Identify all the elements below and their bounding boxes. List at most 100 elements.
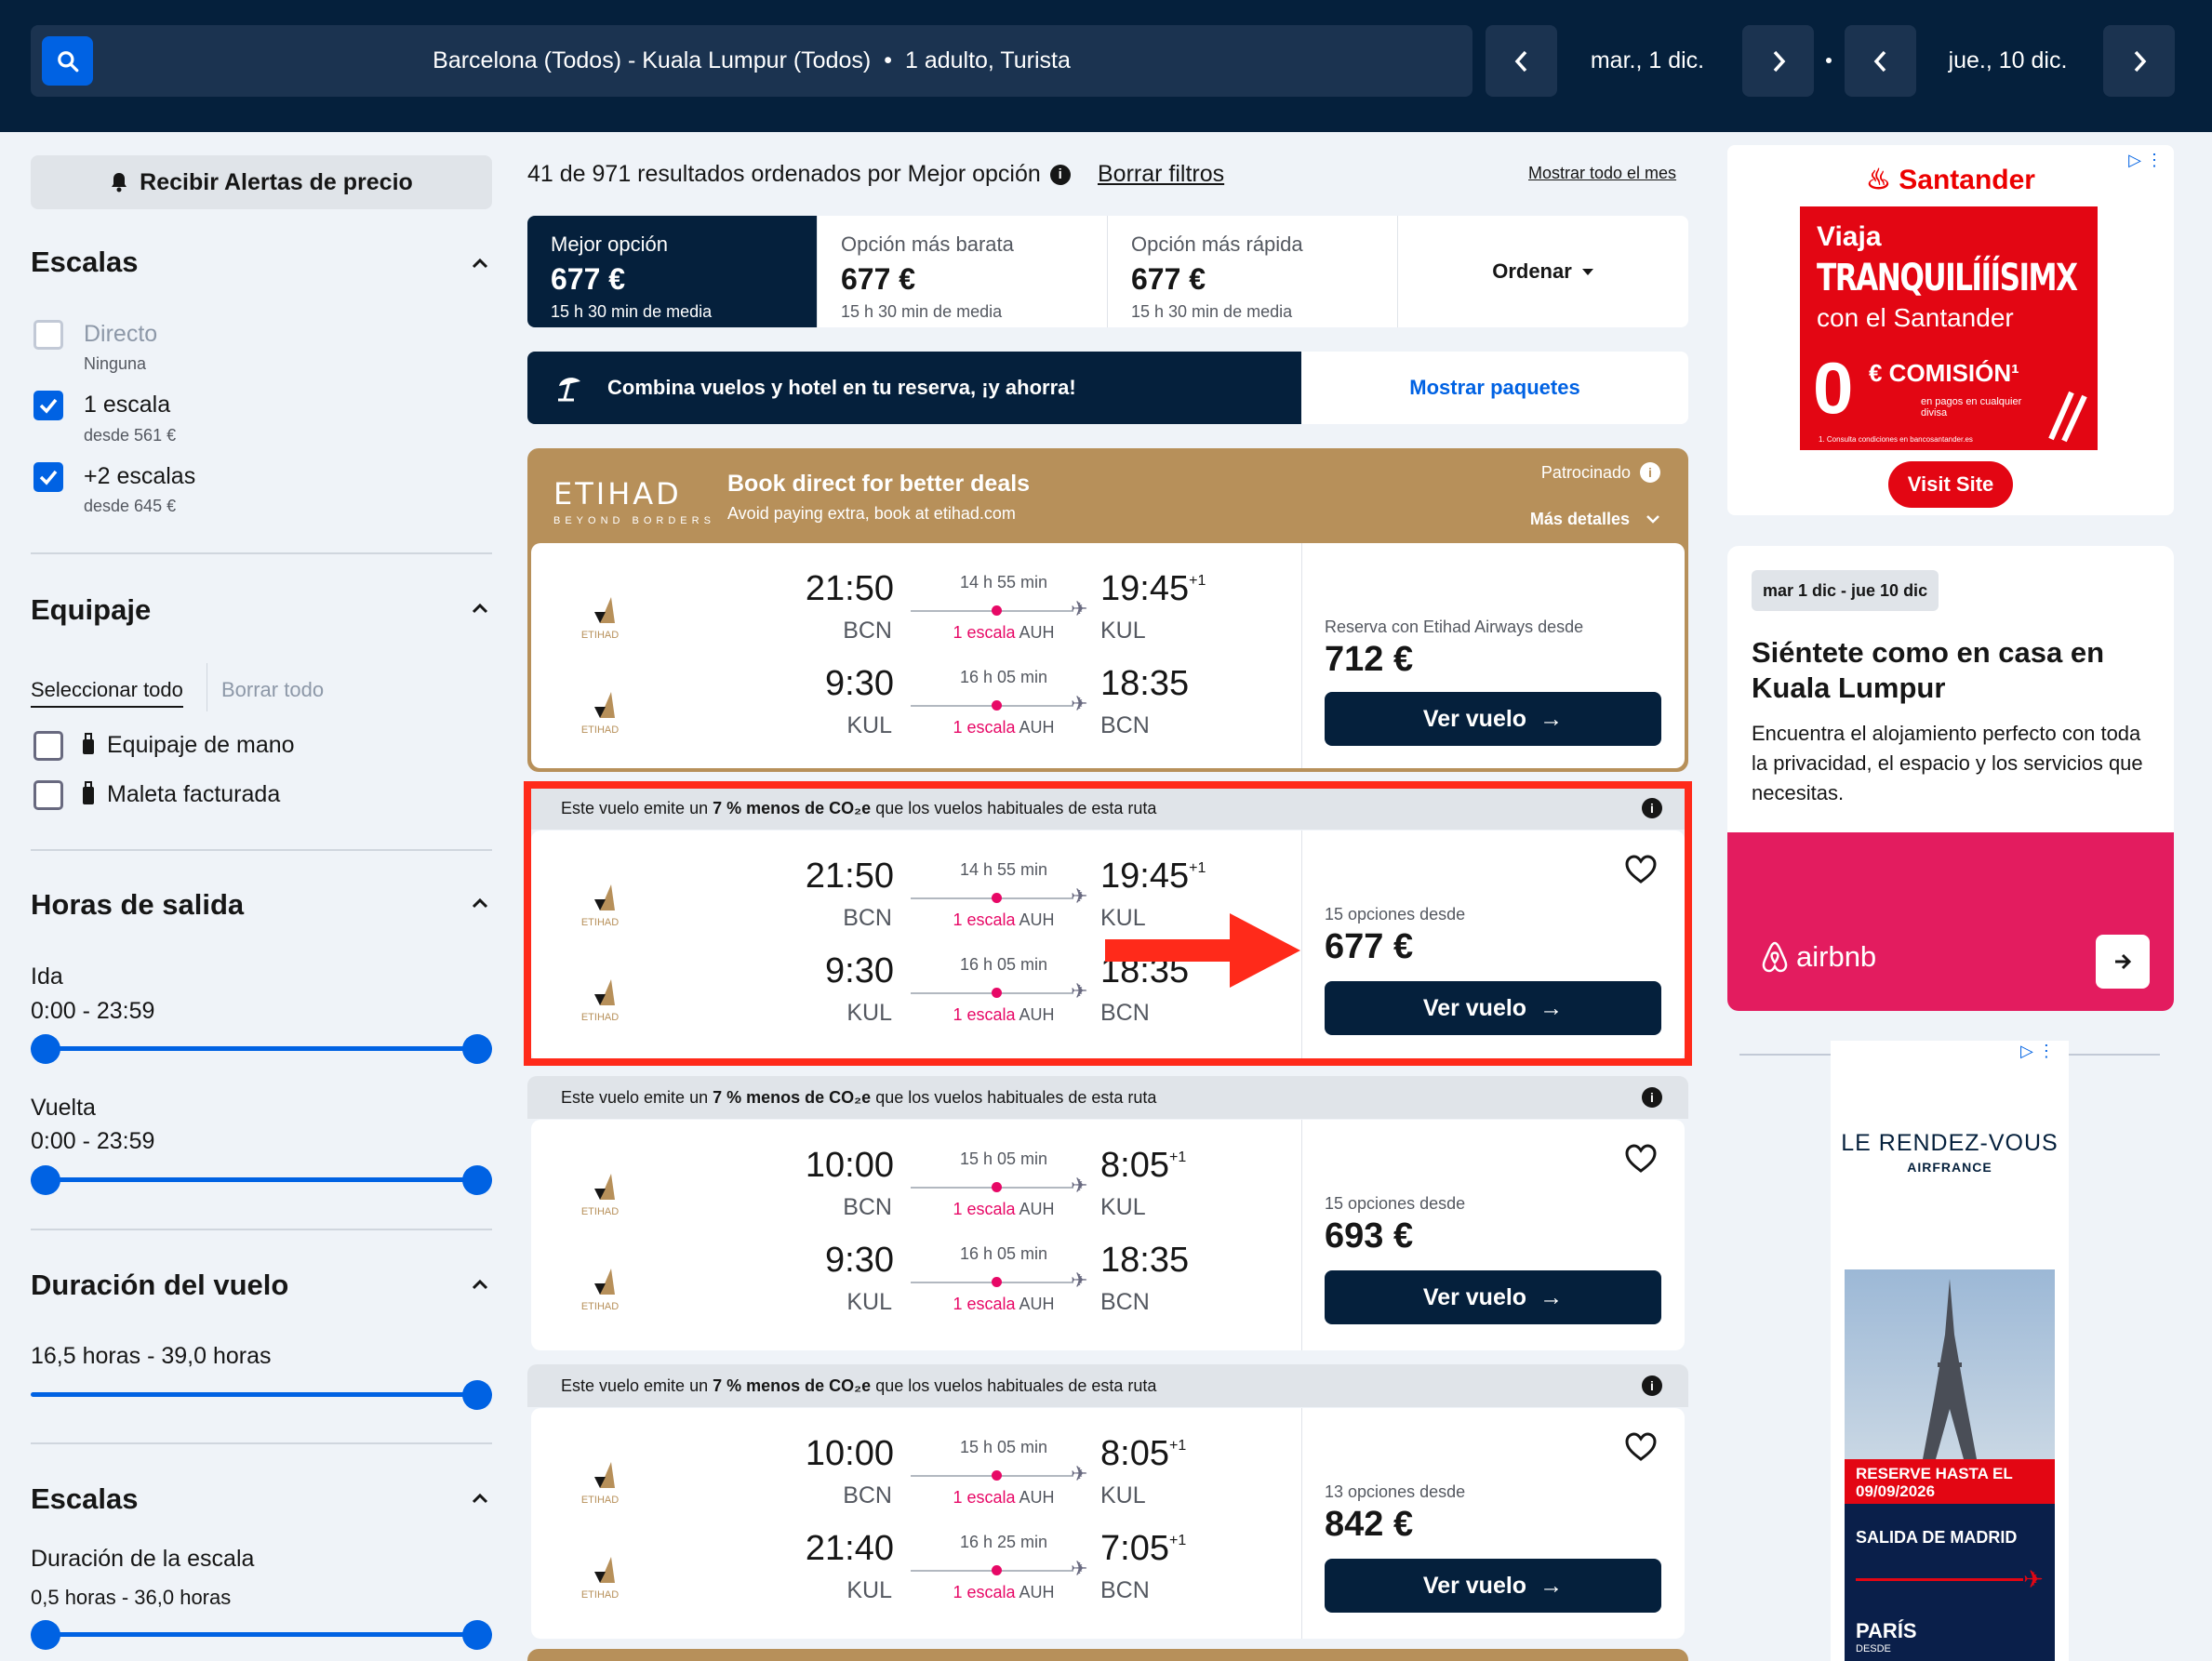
- santander-ad[interactable]: ▷ ⋮ ♨ Santander Viaja TRANQUILÍÍÍSIMX co…: [1727, 145, 2174, 515]
- sponsored-result: ETIHAD BEYOND BORDERS Book direct for be…: [527, 448, 1688, 772]
- order-dropdown[interactable]: Ordenar: [1398, 216, 1688, 327]
- arrow-right-icon: →: [1539, 1283, 1564, 1310]
- svg-text:ETIHAD: ETIHAD: [581, 1589, 619, 1601]
- sponsored-flight-card[interactable]: ETIHAD 21:50 BCN 14 h 55 min ✈ 1 escala …: [531, 543, 1685, 768]
- airbnb-go-button[interactable]: [2096, 935, 2150, 989]
- chevron-up-icon[interactable]: [470, 893, 490, 913]
- checked-bag-checkbox[interactable]: [33, 780, 63, 810]
- svg-text:ETIHAD: ETIHAD: [581, 1301, 619, 1312]
- view-flight-button[interactable]: Ver vuelo →: [1325, 692, 1661, 746]
- stop-dot: [992, 1182, 1002, 1192]
- stop-dot: [992, 605, 1002, 616]
- chevron-up-icon[interactable]: [470, 1274, 490, 1295]
- sort-tab-label: Opción más rápida: [1131, 233, 1303, 256]
- duration-slider[interactable]: [31, 1392, 492, 1397]
- sort-tab-best[interactable]: Mejor opción 677 € 15 h 30 min de media: [527, 216, 818, 327]
- etihad-logo-tagline: BEYOND BORDERS: [553, 515, 715, 526]
- prev-return-date-button[interactable]: [1845, 25, 1916, 97]
- info-icon[interactable]: i: [1049, 164, 1071, 185]
- arrival-time: 18:35: [1100, 1241, 1189, 1281]
- baggage-clear-all[interactable]: Borrar todo: [221, 678, 324, 702]
- info-icon[interactable]: i: [1642, 1375, 1662, 1396]
- price-alert-button[interactable]: Recibir Alertas de precio: [31, 155, 492, 209]
- baggage-select-all[interactable]: Seleccionar todo: [31, 678, 183, 708]
- flight-duration: 16 h 05 min: [959, 668, 1048, 686]
- heart-icon[interactable]: [1625, 1432, 1657, 1462]
- cabin-bag-label: Equipaje de mano: [107, 732, 295, 758]
- stops-info: 1 escala AUH: [911, 623, 1097, 643]
- outbound-slider[interactable]: [31, 1046, 492, 1051]
- sort-tab-fastest[interactable]: Opción más rápida 677 € 15 h 30 min de m…: [1108, 216, 1398, 327]
- slider-handle-min[interactable]: [31, 1620, 60, 1650]
- slider-handle-min[interactable]: [31, 1165, 60, 1195]
- etihad-logo-text: ETIHAD: [553, 476, 682, 512]
- options-count: 13 opciones desde: [1325, 1482, 1466, 1501]
- visit-site-button[interactable]: Visit Site: [1888, 461, 2013, 508]
- info-icon[interactable]: i: [1642, 1087, 1662, 1108]
- stop-airport: AUH: [1019, 1200, 1055, 1218]
- airfrance-offer: SALIDA DE MADRID ✈ PARÍS DESDE: [1845, 1504, 2055, 1661]
- sort-tab-cheapest[interactable]: Opción más barata 677 € 15 h 30 min de m…: [818, 216, 1108, 327]
- view-flight-button[interactable]: Ver vuelo →: [1325, 1559, 1661, 1613]
- stops-direct-checkbox[interactable]: [33, 320, 63, 350]
- airbnb-banner: airbnb: [1727, 832, 2174, 1011]
- etihad-tail-icon: ETIHAD: [581, 692, 619, 736]
- depart-date[interactable]: mar., 1 dic.: [1559, 25, 1736, 97]
- etihad-tail-icon: ETIHAD: [581, 1269, 619, 1312]
- more-details-link[interactable]: Más detalles: [1530, 510, 1660, 529]
- next-depart-date-button[interactable]: [1742, 25, 1814, 97]
- caret-down-icon: [1581, 269, 1593, 275]
- arrival-airport: KUL: [1100, 1194, 1146, 1220]
- stops-info: 1 escala AUH: [911, 1583, 1097, 1602]
- departure-time: 21:40: [805, 1529, 894, 1568]
- show-packages-button[interactable]: Mostrar paquetes: [1301, 352, 1688, 424]
- santander-brand-text: Santander: [1899, 165, 2035, 195]
- layover-slider[interactable]: [31, 1632, 492, 1637]
- view-flight-label: Ver vuelo: [1422, 1283, 1527, 1310]
- date-range-pill: mar 1 dic - jue 10 dic: [1752, 570, 1939, 611]
- flight-card[interactable]: ETIHAD 10:00 BCN 15 h 05 min ✈ 1 escala …: [531, 1408, 1685, 1639]
- cabin-bag-checkbox[interactable]: [33, 731, 63, 761]
- heart-icon[interactable]: [1625, 1144, 1657, 1174]
- divider: [31, 849, 492, 851]
- stops-two-plus-label: +2 escalas: [84, 463, 196, 489]
- return-slider[interactable]: [31, 1177, 492, 1182]
- view-flight-button[interactable]: Ver vuelo →: [1325, 1270, 1661, 1324]
- slider-handle-min[interactable]: [31, 1034, 60, 1064]
- next-return-date-button[interactable]: [2103, 25, 2175, 97]
- plane-icon: ✈: [1071, 597, 1088, 620]
- info-icon[interactable]: i: [1640, 462, 1660, 483]
- chevron-up-icon[interactable]: [470, 253, 490, 273]
- airbnb-title: Siéntete como en casa en Kuala Lumpur: [1752, 636, 2105, 704]
- airfrance-ad[interactable]: LE RENDEZ-VOUS AIRFRANCE RESERVE HASTA E…: [1831, 1041, 2069, 1661]
- airbnb-ad[interactable]: mar 1 dic - jue 10 dic Siéntete como en …: [1727, 546, 2174, 1011]
- layover-subtitle: Duración de la escala: [31, 1546, 255, 1572]
- chevron-up-icon[interactable]: [470, 598, 490, 618]
- arrival-time: 19:45+1: [1100, 569, 1206, 609]
- slider-handle-max[interactable]: [462, 1165, 492, 1195]
- show-month-link[interactable]: Mostrar todo el mes: [1528, 164, 1676, 183]
- layover-range: 0,5 horas - 36,0 horas: [31, 1586, 232, 1609]
- clear-filters-link[interactable]: Borrar filtros: [1098, 161, 1224, 188]
- ad-choices-icon[interactable]: ▷ ⋮: [2020, 1042, 2055, 1061]
- return-date[interactable]: jue., 10 dic.: [1918, 25, 2098, 97]
- departure-airport: KUL: [846, 712, 892, 738]
- search-summary[interactable]: Barcelona (Todos) - Kuala Lumpur (Todos)…: [31, 25, 1472, 97]
- stop-dot: [992, 1277, 1002, 1287]
- price: 842 €: [1325, 1505, 1414, 1544]
- prev-depart-date-button[interactable]: [1486, 25, 1557, 97]
- flight-card[interactable]: ETIHAD 10:00 BCN 15 h 05 min ✈ 1 escala …: [531, 1120, 1685, 1350]
- airbnb-logo: airbnb: [1759, 940, 1876, 974]
- next-day-marker: +1: [1189, 573, 1206, 589]
- stops-one-checkbox[interactable]: [33, 391, 63, 420]
- stops-two-plus-checkbox[interactable]: [33, 462, 63, 492]
- chevron-up-icon[interactable]: [470, 1488, 490, 1508]
- divider: [31, 1229, 492, 1230]
- slider-handle-max[interactable]: [462, 1034, 492, 1064]
- slider-handle-max[interactable]: [462, 1620, 492, 1650]
- slider-handle-max[interactable]: [462, 1380, 492, 1410]
- duration-range: 16,5 horas - 39,0 horas: [31, 1343, 272, 1369]
- co2-pre: Este vuelo emite un: [561, 1087, 709, 1107]
- decorative-stripes-icon: [2048, 391, 2087, 443]
- svg-text:ETIHAD: ETIHAD: [581, 1206, 619, 1217]
